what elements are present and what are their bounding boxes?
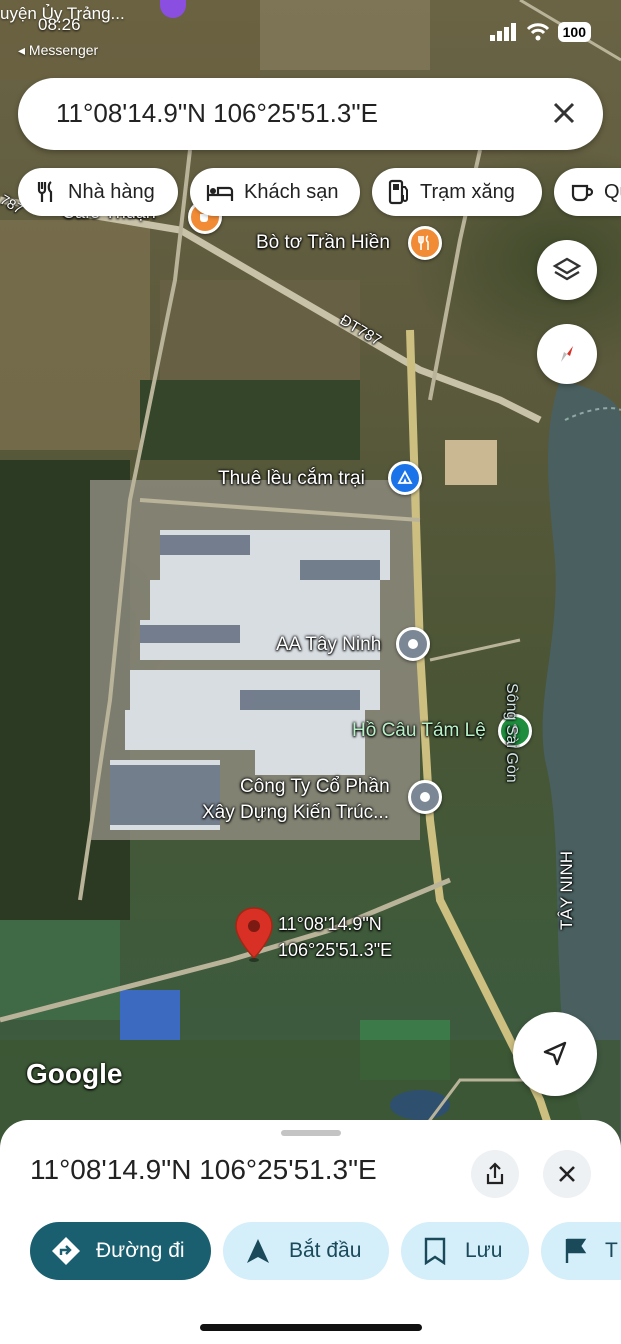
directions-icon [52,1237,80,1265]
app-badge-icon [160,0,186,18]
sheet-close-button[interactable] [543,1150,591,1198]
place-label-aa[interactable]: AA Tây Ninh [276,634,381,656]
search-query[interactable]: 11°08'14.9"N 106°25'51.3"E [56,98,378,129]
bed-icon [206,185,234,201]
place-label-bo-to[interactable]: Bò tơ Trần Hiền [256,232,390,254]
sheet-drag-handle[interactable] [281,1130,341,1136]
chip-label: Khách sạn [244,180,339,203]
dropped-pin-icon[interactable] [234,906,274,964]
back-to-app[interactable]: ◂ Messenger [18,42,98,59]
restaurant-pin-icon[interactable] [408,226,442,260]
compass-button[interactable] [537,324,597,384]
river-label: Sông Sài Gòn [503,683,520,783]
chip-label: Nhà hàng [68,180,155,203]
fork-knife-icon [37,181,53,202]
start-label: Bắt đầu [289,1239,362,1262]
chip-label: Qu [604,180,621,203]
chip-cafe[interactable]: Qu [554,168,621,216]
share-icon [486,1162,504,1185]
aa-pin-icon[interactable] [396,627,430,661]
place-label-cong-ty-1[interactable]: Công Ty Cổ Phần [240,776,390,798]
google-logo: Google [26,1058,123,1089]
save-button[interactable]: Lưu [401,1222,529,1280]
flag-icon [565,1238,587,1263]
layers-button[interactable] [537,240,597,300]
chip-hotels[interactable]: Khách sạn [190,168,360,216]
status-bar: uyện Ủy Trảng... 08:26 ◂ Messenger 100 [0,0,621,60]
place-label-cong-ty-2[interactable]: Xây Dựng Kiến Trúc... [202,802,389,824]
place-label-ho-cau[interactable]: Hồ Câu Tám Lệ [352,720,486,742]
layers-icon [552,257,582,281]
compass-icon [561,346,573,362]
pin-lat-label: 11°08'14.9"N [278,914,382,934]
signal-icon [489,23,516,41]
province-label: TÂY NINH [557,850,576,930]
start-button[interactable]: Bắt đầu [223,1222,389,1280]
bookmark-icon [424,1237,446,1265]
camping-pin-icon[interactable] [388,461,422,495]
status-icons: 100 [489,22,591,42]
close-icon[interactable] [549,98,579,128]
sheet-title: 11°08'14.9"N 106°25'51.3"E [30,1154,377,1185]
save-label: Lưu [465,1239,503,1262]
place-label-camping[interactable]: Thuê lều cắm trại [218,468,365,490]
directions-label: Đường đi [96,1239,185,1262]
label-button[interactable]: T [541,1222,621,1280]
pin-lng-label: 106°25'51.3"E [278,940,393,960]
wifi-icon [526,23,549,41]
coffee-cup-icon [571,184,594,202]
close-icon [559,1166,575,1182]
battery-indicator: 100 [557,22,591,42]
chip-gas[interactable]: Trạm xăng [372,168,542,216]
navigation-icon [247,1239,269,1263]
navigation-arrow-icon [543,1041,567,1066]
directions-button[interactable]: Đường đi [30,1222,211,1280]
gas-pump-icon [388,179,408,205]
search-bar[interactable]: 11°08'14.9"N 106°25'51.3"E [18,78,603,150]
my-location-button[interactable] [513,1012,597,1096]
chip-label: Trạm xăng [420,180,515,203]
status-time: 08:26 [38,15,81,34]
home-indicator[interactable] [200,1324,422,1331]
chip-restaurants[interactable]: Nhà hàng [18,168,178,216]
label-button-text: T [605,1239,618,1262]
company-pin-icon[interactable] [408,780,442,814]
share-button[interactable] [471,1150,519,1198]
